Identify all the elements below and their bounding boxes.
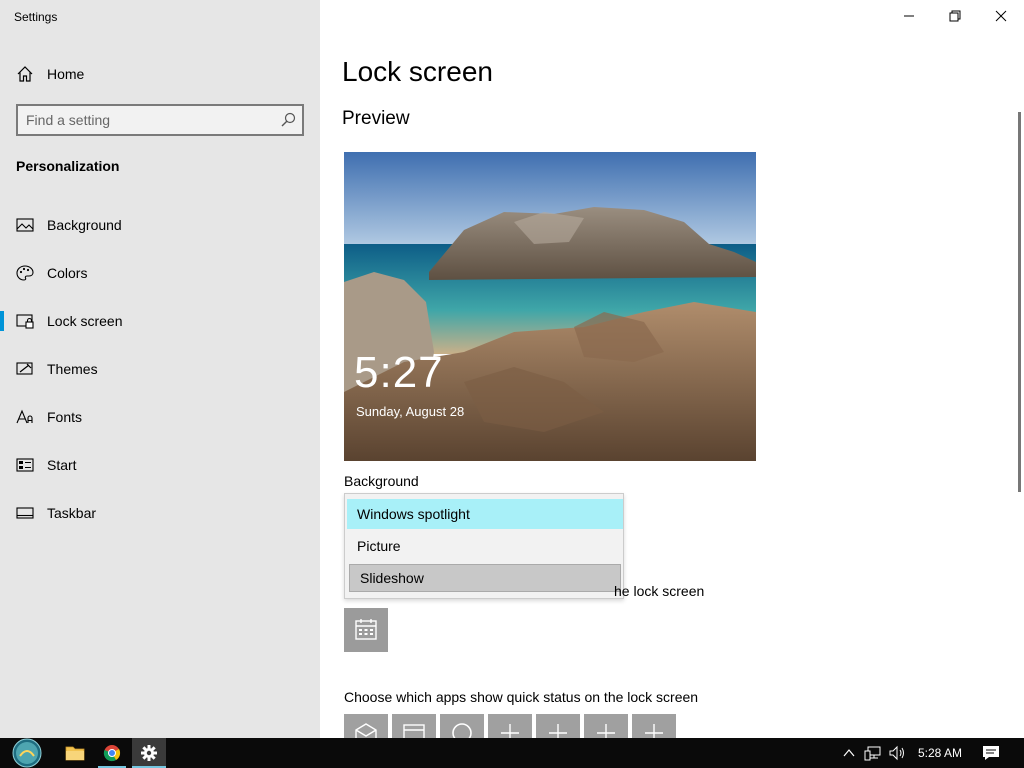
settings-taskbar-button[interactable] [132, 738, 166, 768]
home-label: Home [47, 66, 85, 82]
dropdown-option-picture[interactable]: Picture [347, 531, 623, 561]
sidebar-item-label: Lock screen [47, 313, 123, 329]
file-explorer-button[interactable] [62, 738, 88, 768]
sidebar-item-lock-screen[interactable]: Lock screen [0, 303, 320, 339]
sidebar-item-label: Start [47, 457, 77, 473]
sidebar-item-label: Colors [47, 265, 88, 281]
sidebar-home[interactable]: Home [0, 58, 320, 88]
plus-icon [645, 724, 663, 738]
home-icon [17, 66, 33, 82]
plus-icon [597, 724, 615, 738]
restore-button[interactable] [932, 0, 978, 32]
mail-icon [355, 723, 377, 738]
preview-date: Sunday, August 28 [356, 404, 465, 419]
start-button[interactable] [8, 738, 46, 768]
sidebar-item-label: Taskbar [47, 505, 97, 521]
quick-status-add-3[interactable] [584, 714, 628, 738]
sidebar-item-label: Fonts [47, 409, 83, 425]
quick-status-add-4[interactable] [632, 714, 676, 738]
sidebar-item-background[interactable]: Background [0, 207, 320, 243]
calendar-icon [403, 724, 425, 738]
sidebar-item-label: Background [47, 217, 122, 233]
preview-time: 5:27 [354, 348, 444, 397]
volume-icon[interactable] [888, 745, 906, 761]
lock-screen-preview: 5:27 Sunday, August 28 [344, 152, 756, 461]
fonts-icon [16, 409, 33, 424]
start-icon [16, 458, 34, 472]
plus-icon [501, 724, 519, 738]
search-input[interactable] [26, 110, 276, 130]
chrome-button[interactable] [98, 738, 126, 768]
action-center-icon[interactable] [982, 745, 1000, 761]
app-title: Settings [14, 10, 58, 24]
quick-status-add-1[interactable] [488, 714, 532, 738]
chrome-icon [103, 745, 121, 762]
skype-icon [452, 723, 472, 738]
dropdown-option-slideshow[interactable]: Slideshow [349, 564, 621, 592]
themes-icon [16, 362, 33, 375]
sidebar-item-colors[interactable]: Colors [0, 255, 320, 291]
sidebar-item-label: Themes [47, 361, 98, 377]
taskbar: 5:28 AM [0, 738, 1024, 768]
picture-icon [16, 218, 34, 232]
search-icon[interactable] [280, 112, 296, 128]
gear-icon [141, 745, 157, 761]
minimize-icon [904, 15, 914, 17]
detailed-status-app-button[interactable] [344, 608, 388, 652]
quick-status-app-3[interactable] [440, 714, 484, 738]
detailed-status-label-partial: he lock screen [614, 583, 705, 599]
restore-icon [949, 10, 961, 22]
sidebar-item-fonts[interactable]: Fonts [0, 399, 320, 435]
scrollbar[interactable] [1018, 112, 1021, 492]
dropdown-option-windows-spotlight[interactable]: Windows spotlight [347, 499, 623, 529]
network-icon[interactable] [864, 745, 882, 761]
sidebar-item-start[interactable]: Start [0, 447, 320, 483]
folder-icon [65, 746, 85, 761]
taskbar-clock[interactable]: 5:28 AM [918, 746, 962, 760]
taskbar-icon [16, 507, 34, 519]
calendar-icon [355, 619, 377, 640]
quick-status-app-2[interactable] [392, 714, 436, 738]
sidebar-item-themes[interactable]: Themes [0, 351, 320, 387]
lock-screen-icon [16, 314, 34, 329]
preview-heading: Preview [342, 108, 410, 129]
show-hidden-icons-icon[interactable] [843, 747, 855, 759]
search-box[interactable] [16, 104, 304, 136]
close-icon [995, 10, 1007, 22]
main-content: Lock screen Preview 5:27 Sunday, August … [320, 0, 1024, 738]
plus-icon [549, 724, 567, 738]
close-button[interactable] [978, 0, 1024, 32]
quick-status-label: Choose which apps show quick status on t… [344, 689, 699, 705]
background-label: Background [344, 473, 419, 489]
minimize-button[interactable] [886, 0, 932, 32]
sidebar: Settings Home Personalization Background… [0, 0, 320, 738]
sidebar-item-taskbar[interactable]: Taskbar [0, 495, 320, 531]
start-orb-icon [12, 738, 42, 768]
quick-status-app-1[interactable] [344, 714, 388, 738]
page-title: Lock screen [342, 56, 493, 87]
background-dropdown-list[interactable]: Windows spotlight Picture Slideshow [344, 493, 624, 599]
palette-icon [16, 265, 34, 281]
section-title: Personalization [16, 158, 120, 174]
quick-status-add-2[interactable] [536, 714, 580, 738]
